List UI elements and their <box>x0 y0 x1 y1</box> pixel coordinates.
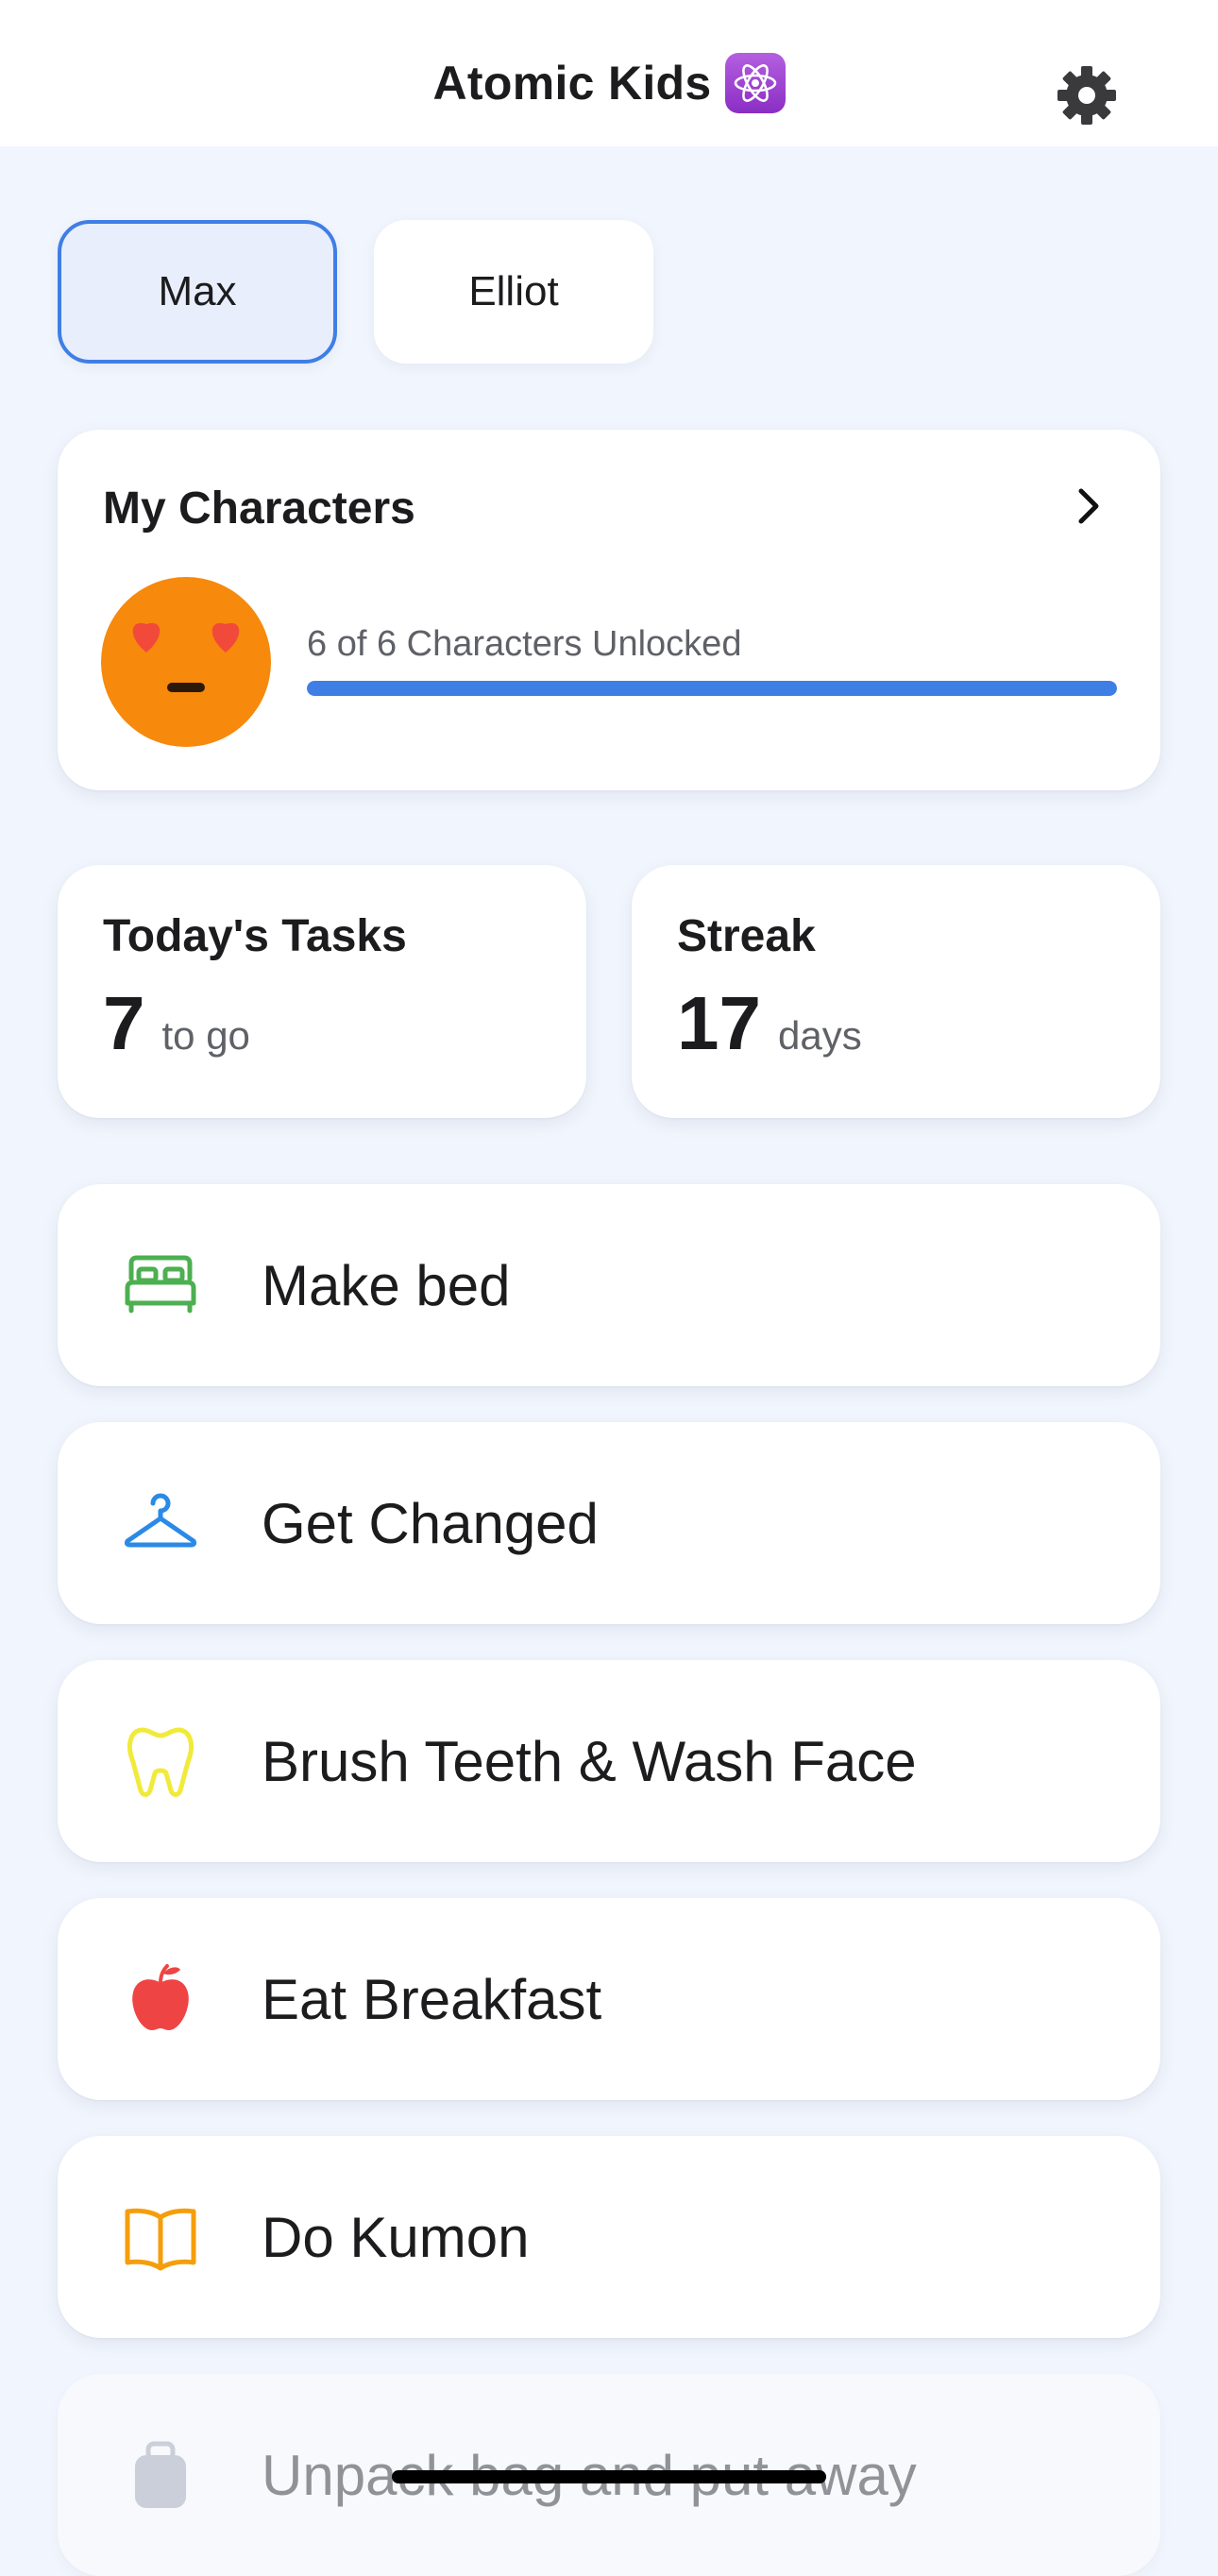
task-label: Make bed <box>262 1253 511 1317</box>
my-characters-card[interactable]: My Characters 6 of 6 Characters Unlocked <box>58 430 1160 790</box>
streak-card: Streak 17 days <box>632 865 1160 1118</box>
task-eat-breakfast[interactable]: Eat Breakfast <box>58 1898 1160 2100</box>
heart-eyes-face-icon <box>101 577 271 747</box>
backpack-icon <box>135 2441 186 2508</box>
characters-progress-bar <box>307 681 1117 696</box>
settings-gear-icon[interactable] <box>1056 64 1118 127</box>
task-label: Get Changed <box>262 1491 599 1555</box>
todays-tasks-unit: to go <box>161 1013 250 1058</box>
app-header: Atomic Kids <box>0 0 1218 146</box>
todays-tasks-title: Today's Tasks <box>103 911 407 961</box>
streak-unit: days <box>777 1013 862 1058</box>
streak-title: Streak <box>677 911 816 961</box>
task-do-kumon[interactable]: Do Kumon <box>58 2136 1160 2338</box>
task-label: Brush Teeth & Wash Face <box>262 1729 917 1793</box>
home-indicator[interactable] <box>392 2470 826 2483</box>
app-title-text: Atomic Kids <box>432 57 712 110</box>
hanger-icon <box>124 1493 197 1548</box>
characters-progress-fill <box>307 681 1117 696</box>
task-label: Do Kumon <box>262 2205 530 2269</box>
streak-count: 17 <box>677 981 761 1065</box>
profile-tab-label: Elliot <box>468 268 559 314</box>
todays-tasks-count: 7 <box>103 981 145 1065</box>
book-icon <box>125 2208 196 2271</box>
chevron-right-icon <box>1078 488 1099 524</box>
todays-tasks-value-row: 7 to go <box>103 980 250 1067</box>
task-label: Eat Breakfast <box>262 1967 602 2031</box>
task-brush-teeth[interactable]: Brush Teeth & Wash Face <box>58 1660 1160 1862</box>
profile-tab-label: Max <box>158 268 237 314</box>
streak-value-row: 17 days <box>677 980 862 1067</box>
task-get-changed[interactable]: Get Changed <box>58 1422 1160 1624</box>
my-characters-title: My Characters <box>103 483 415 534</box>
characters-progress-label: 6 of 6 Characters Unlocked <box>307 624 742 664</box>
app-title: Atomic Kids <box>0 53 1218 113</box>
profile-tab-elliot[interactable]: Elliot <box>374 220 653 364</box>
task-make-bed[interactable]: Make bed <box>58 1184 1160 1386</box>
apple-icon <box>132 1964 189 2030</box>
tooth-icon <box>127 1727 194 1797</box>
profile-tab-max[interactable]: Max <box>58 220 337 364</box>
todays-tasks-card: Today's Tasks 7 to go <box>58 865 586 1118</box>
atom-icon <box>724 53 786 113</box>
bed-icon <box>125 1255 196 1313</box>
